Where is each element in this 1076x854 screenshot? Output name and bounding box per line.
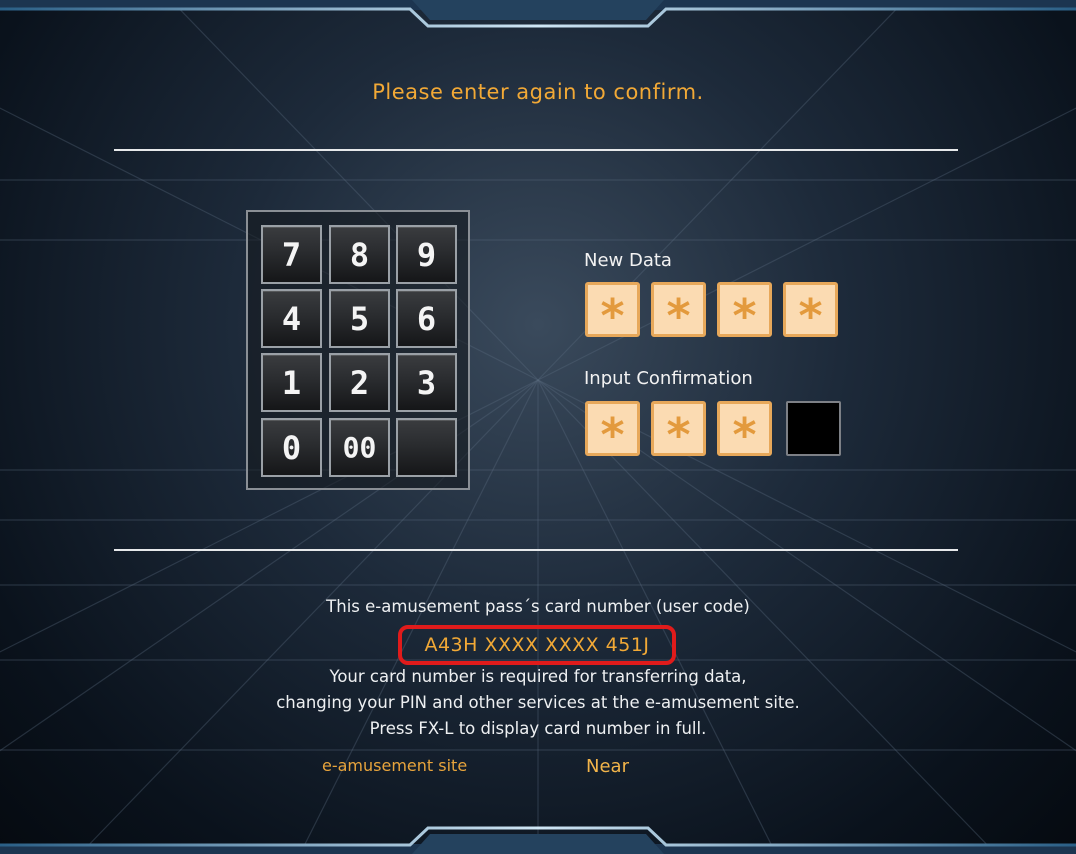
confirm-prompt: Please enter again to confirm. bbox=[372, 80, 704, 104]
confirmation-label: Input Confirmation bbox=[584, 368, 753, 389]
confirm-slot-1: * bbox=[585, 401, 640, 458]
e-amusement-site-link[interactable]: e-amusement site bbox=[322, 756, 467, 775]
new-data-label: New Data bbox=[584, 250, 672, 271]
card-number-heading: This e-amusement pass´s card number (use… bbox=[326, 597, 750, 616]
key-3[interactable]: 3 bbox=[396, 353, 457, 412]
key-blank[interactable] bbox=[396, 418, 457, 477]
near-label: Near bbox=[586, 756, 629, 777]
top-frame bbox=[0, 0, 1076, 28]
confirm-slot-2: * bbox=[651, 401, 706, 458]
confirm-slot-4-empty bbox=[786, 401, 841, 456]
key-00[interactable]: 00 bbox=[329, 418, 390, 477]
numeric-keypad: 7 8 9 4 5 6 1 2 3 0 00 bbox=[246, 210, 470, 490]
new-data-slot-4: * bbox=[783, 282, 838, 339]
key-2[interactable]: 2 bbox=[329, 353, 390, 412]
card-info-line-3: Press FX-L to display card number in ful… bbox=[369, 719, 707, 738]
card-number-value: A43H XXXX XXXX 451J bbox=[424, 634, 650, 656]
key-5[interactable]: 5 bbox=[329, 289, 390, 348]
new-data-slot-3: * bbox=[717, 282, 772, 339]
key-0[interactable]: 0 bbox=[261, 418, 322, 477]
key-6[interactable]: 6 bbox=[396, 289, 457, 348]
card-number-highlight: A43H XXXX XXXX 451J bbox=[398, 625, 676, 665]
key-8[interactable]: 8 bbox=[329, 225, 390, 284]
key-9[interactable]: 9 bbox=[396, 225, 457, 284]
new-data-slot-2: * bbox=[651, 282, 706, 339]
bottom-frame bbox=[0, 826, 1076, 854]
card-info-line-1: Your card number is required for transfe… bbox=[329, 667, 747, 686]
card-info-line-2: changing your PIN and other services at … bbox=[276, 693, 800, 712]
bottom-divider bbox=[114, 549, 958, 551]
new-data-slot-1: * bbox=[585, 282, 640, 339]
confirm-slot-3: * bbox=[717, 401, 772, 458]
key-1[interactable]: 1 bbox=[261, 353, 322, 412]
top-divider bbox=[114, 149, 958, 151]
key-4[interactable]: 4 bbox=[261, 289, 322, 348]
key-7[interactable]: 7 bbox=[261, 225, 322, 284]
